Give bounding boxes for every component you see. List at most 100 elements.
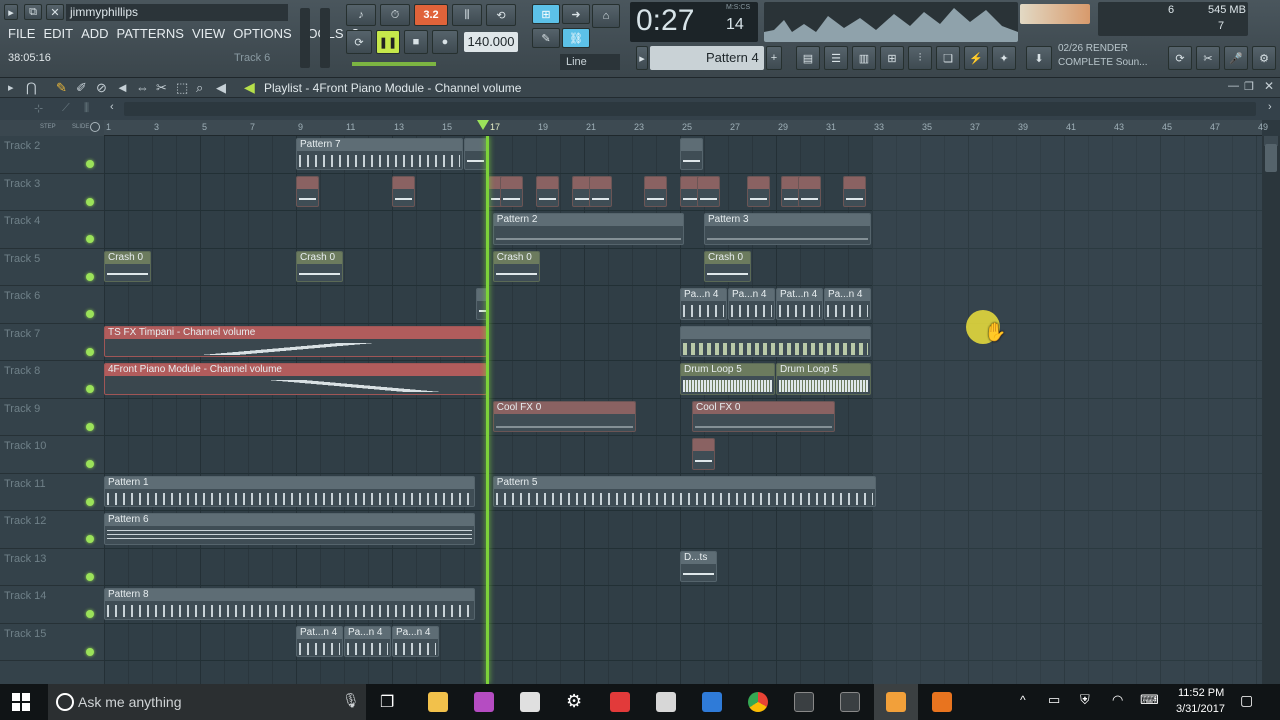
messenger-icon[interactable] <box>702 692 722 712</box>
wait-input-icon[interactable]: ⏱ <box>380 4 410 26</box>
vertical-scrollbar[interactable] <box>1262 136 1280 684</box>
close-playlist-icon[interactable]: ✕ <box>1264 79 1274 93</box>
countdown-button[interactable]: 3.2 <box>414 4 448 26</box>
track-mute-led[interactable] <box>86 572 94 581</box>
delete-tool-icon[interactable]: ⊘ <box>96 80 107 96</box>
playlist-clip[interactable]: Crash 0 <box>296 250 343 282</box>
playlist-clip[interactable] <box>644 175 667 207</box>
typing-keyboard-icon[interactable]: ⌂ <box>592 4 620 28</box>
playlist-clip[interactable]: Crash 0 <box>492 250 540 282</box>
menu-edit[interactable]: EDIT <box>43 26 73 41</box>
microphone-search-icon[interactable]: 🎙 <box>342 692 360 709</box>
channel-rack-icon[interactable]: ☰ <box>824 46 848 70</box>
playlist-clip[interactable] <box>296 175 319 207</box>
track-header[interactable]: Track 13 <box>0 549 104 586</box>
mail-icon[interactable] <box>520 692 540 712</box>
playlist-clip[interactable]: Pa...n 4 <box>344 625 391 657</box>
playlist-grid[interactable]: Pattern 7 Pattern 2 Pattern 3 Crash 0 Crash … <box>104 136 1262 684</box>
playlist-clip[interactable]: Pat...n 4 <box>776 288 823 320</box>
pencil-icon[interactable]: ✎ <box>532 28 560 48</box>
track-header[interactable]: Track 4 <box>0 211 104 249</box>
track-mute-led[interactable] <box>86 385 94 393</box>
snap-icon[interactable]: ⊞ <box>532 4 560 24</box>
song-clock[interactable]: 0:27 14 M:S:CS <box>630 2 758 42</box>
window-icon[interactable]: ⧉ <box>24 4 42 20</box>
browser-icon[interactable]: ⊞ <box>880 46 904 70</box>
magnet-icon[interactable]: ⋂ <box>26 80 37 96</box>
zoom-tool-icon[interactable]: ⌕ <box>196 80 203 96</box>
add-pattern-icon[interactable]: + <box>766 46 782 70</box>
track-mute-led[interactable] <box>86 272 94 281</box>
playlist-clip[interactable]: Pat...n 4 <box>296 625 343 657</box>
app-window-icon[interactable] <box>794 692 814 712</box>
playlist-clip[interactable]: Pa...n 4 <box>824 288 871 320</box>
fl-studio-taskbar-button[interactable] <box>874 684 918 720</box>
minimize-icon[interactable]: — <box>1228 80 1239 92</box>
link-icon[interactable]: ⛓ <box>562 28 590 48</box>
select-tool-icon[interactable]: ⬚ <box>176 80 188 96</box>
playlist-clip[interactable]: Pattern 7 <box>296 138 463 170</box>
track-header[interactable]: Track 2 <box>0 136 104 174</box>
microphone-icon[interactable]: 🎤 <box>1224 46 1248 70</box>
playlist-clip[interactable]: Pattern 2 <box>492 213 684 245</box>
playlist-menu-arrow-icon[interactable]: ▸ <box>8 81 14 94</box>
slip-tool-icon[interactable]: ⇔ <box>136 80 149 95</box>
loop-icon[interactable]: ⟳ <box>346 30 372 54</box>
blend-notes-icon[interactable]: ⟲ <box>486 4 516 26</box>
playlist-clip[interactable] <box>747 175 771 207</box>
pattern-selector[interactable]: Pattern 4 <box>650 46 764 70</box>
track-header[interactable]: Track 7 <box>0 324 104 361</box>
store-app-icon[interactable] <box>474 692 494 712</box>
playlist-clip[interactable]: Drum Loop 5 <box>776 363 871 395</box>
settings-icon[interactable]: ⚙ <box>566 691 582 712</box>
menu-patterns[interactable]: PATTERNS <box>117 26 184 41</box>
master-pitch-slider[interactable] <box>320 8 330 68</box>
render-download-icon[interactable]: ⬇ <box>1026 46 1052 70</box>
master-volume-slider[interactable] <box>300 8 310 68</box>
track-header[interactable]: Track 14 <box>0 586 104 624</box>
windows-start-icon[interactable] <box>12 693 30 711</box>
refresh-icon[interactable]: ⟳ <box>1168 46 1192 70</box>
playlist-clip[interactable] <box>392 175 415 207</box>
vertical-scroll-thumb[interactable] <box>1265 144 1277 172</box>
track-mute-led[interactable] <box>86 235 94 243</box>
playlist-clip[interactable] <box>696 175 720 207</box>
pattern-prev-icon[interactable]: ▸ <box>636 46 648 70</box>
menu-file[interactable]: FILE <box>8 26 35 41</box>
brush-tool-icon[interactable]: ✐ <box>76 80 87 96</box>
playlist-clip[interactable]: Cool FX 0 <box>692 400 835 432</box>
record-button[interactable]: ● <box>432 30 458 54</box>
shield-icon[interactable]: ⛨ <box>1080 692 1090 708</box>
playback-tool-icon[interactable]: ◀ <box>216 80 226 96</box>
track-header[interactable]: Track 12 <box>0 511 104 549</box>
menu-options[interactable]: OPTIONS <box>233 26 292 41</box>
white-app-icon[interactable] <box>656 692 676 712</box>
plugin-icon[interactable]: ⚡ <box>964 46 988 70</box>
playlist-clip[interactable]: Drum Loop 5 <box>680 363 775 395</box>
playlist-clip[interactable] <box>692 438 715 470</box>
playlist-clip[interactable] <box>680 325 871 357</box>
playlist-clip[interactable] <box>536 175 559 207</box>
track-mute-led[interactable] <box>86 610 94 618</box>
playlist-clip[interactable] <box>588 175 612 207</box>
files-icon[interactable]: ❏ <box>936 46 960 70</box>
playlist-clip[interactable]: Pattern 5 <box>492 475 876 507</box>
playlist-move-icon[interactable]: ⊹ <box>34 102 43 115</box>
stop-button[interactable]: ■ <box>404 30 428 54</box>
timeline-ruler[interactable]: 1 3 5 7 9 11 13 15 17 19 21 23 25 27 29 31 33 35 37 39 41 43 4… <box>104 120 1268 136</box>
track-header[interactable]: Track 5 <box>0 249 104 286</box>
track-mute-led[interactable] <box>86 647 94 656</box>
playlist-clip[interactable]: D...ts <box>680 550 718 582</box>
playlist-clip[interactable]: Pattern 3 <box>704 213 871 245</box>
metronome-icon[interactable]: ♪ <box>346 4 376 26</box>
track-header[interactable]: Track 11 <box>0 474 104 511</box>
track-mute-led[interactable] <box>86 422 94 431</box>
track-mute-led[interactable] <box>86 160 94 168</box>
track-header[interactable]: Track 15 <box>0 624 104 661</box>
track-mute-led[interactable] <box>86 347 94 356</box>
playlist-clip[interactable]: Crash 0 <box>104 250 151 282</box>
piano-roll-icon[interactable]: ▥ <box>852 46 876 70</box>
playlist-clip[interactable] <box>464 138 487 170</box>
track-mute-led[interactable] <box>86 460 94 468</box>
menu-add[interactable]: ADD <box>81 26 108 41</box>
